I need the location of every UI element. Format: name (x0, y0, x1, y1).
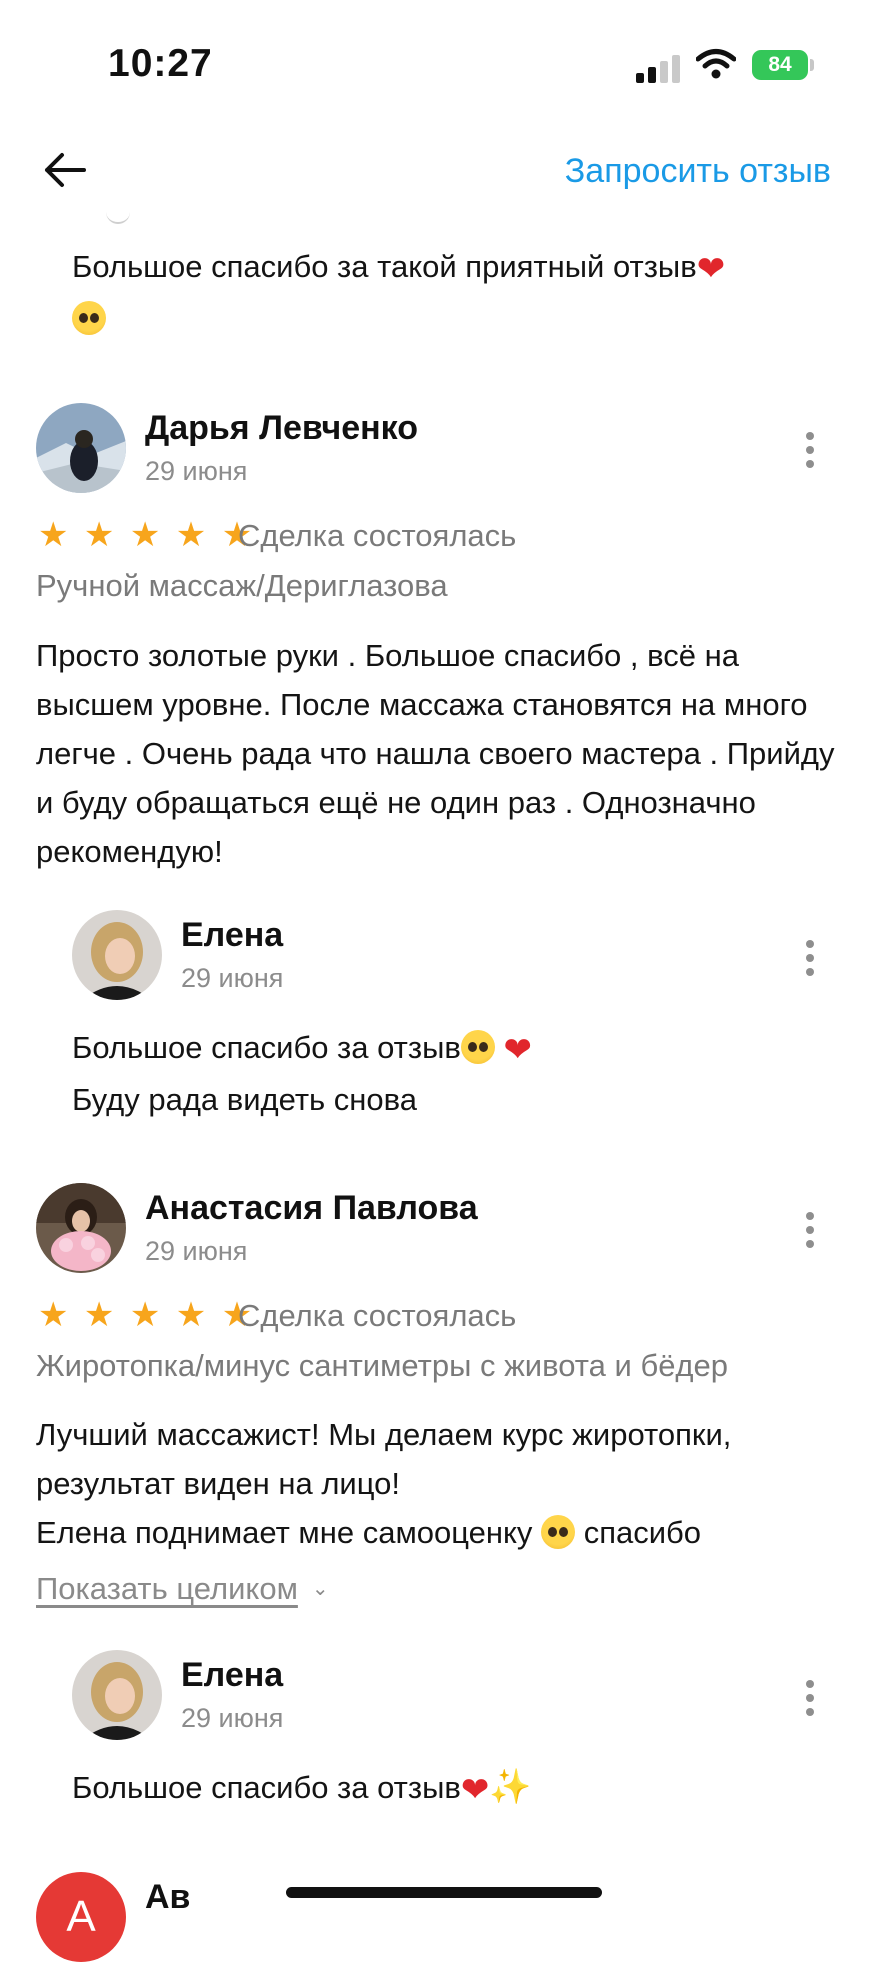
deal-status: Сделка состоялась (238, 1298, 517, 1333)
avatar[interactable] (72, 910, 162, 1000)
review-author[interactable]: Дарья Левченко (145, 409, 418, 448)
show-more-link[interactable]: Показать целиком ⌄ (36, 1571, 329, 1607)
star-icon: ★ ★ ★ ★ ★ (38, 516, 256, 554)
service-name: Жиротопка/минус сантиметры с живота и бё… (36, 1348, 729, 1383)
review-author[interactable]: Анастасия Павлова (145, 1189, 478, 1228)
avatar[interactable] (36, 1183, 126, 1273)
service-name: Ручной массаж/Дериглазова (36, 568, 448, 603)
avatar[interactable] (36, 403, 126, 493)
battery-icon: 84 (752, 50, 808, 80)
more-vertical-icon[interactable] (803, 432, 817, 468)
battery-tip (810, 59, 814, 71)
avatar-edge (106, 210, 130, 224)
more-vertical-icon[interactable] (803, 1212, 817, 1248)
reply-text: Большое спасибо за такой приятный отзыв❤ (72, 242, 832, 343)
review-date: 29 июня (145, 1236, 248, 1266)
sparkles-emoji-icon: ✨ (489, 1768, 532, 1806)
avatar[interactable] (72, 1650, 162, 1740)
show-more-label[interactable]: Показать целиком (36, 1571, 298, 1606)
star-icon: ★ ★ ★ ★ ★ (38, 1296, 256, 1334)
more-vertical-icon[interactable] (803, 1680, 817, 1716)
pleading-face-emoji-icon (460, 1030, 495, 1064)
smiling-face-emoji-icon (541, 1515, 576, 1549)
reply-text: Большое спасибо за отзыв ❤ Буду рада вид… (72, 1030, 532, 1117)
pleading-face-emoji-icon (72, 301, 106, 335)
request-review-button[interactable]: Запросить отзыв (565, 152, 831, 191)
reply-author[interactable]: Елена (181, 1656, 283, 1695)
back-arrow-icon[interactable] (42, 147, 88, 193)
avatar[interactable]: А (36, 1872, 126, 1962)
deal-status: Сделка состоялась (238, 518, 517, 553)
reply-date: 29 июня (181, 963, 284, 993)
more-vertical-icon[interactable] (803, 940, 817, 976)
status-time: 10:27 (108, 42, 213, 85)
review-author[interactable]: Ав (145, 1878, 190, 1917)
chevron-down-icon: ⌄ (311, 1578, 329, 1600)
reply-author[interactable]: Елена (181, 916, 283, 955)
wifi-icon (696, 49, 736, 79)
home-indicator[interactable] (286, 1887, 602, 1898)
cellular-signal-icon (636, 55, 682, 83)
heart-emoji-icon: ❤ (460, 1771, 490, 1809)
review-text: Лучший массажист! Мы делаем курс жиротоп… (36, 1417, 732, 1550)
review-date: 29 июня (145, 456, 248, 486)
review-text: Просто золотые руки . Большое спасибо , … (36, 638, 835, 869)
heart-emoji-icon: ❤ (696, 250, 726, 288)
reply-text: Большое спасибо за отзыв❤✨ (72, 1768, 532, 1809)
heart-emoji-icon: ❤ (503, 1031, 532, 1069)
reply-date: 29 июня (181, 1703, 284, 1733)
